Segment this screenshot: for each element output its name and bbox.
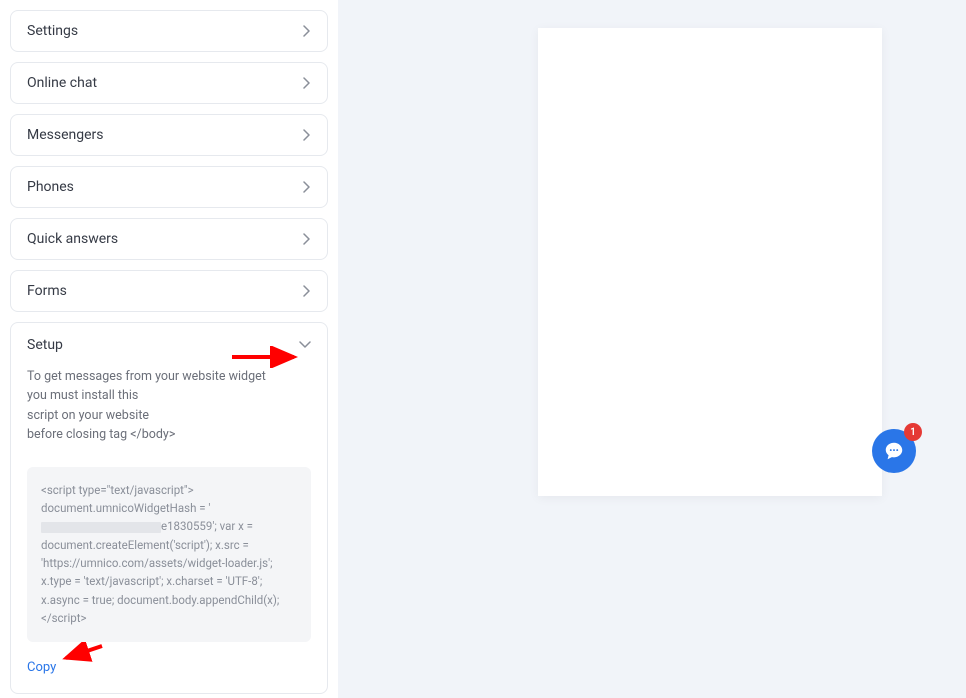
setup-desc-line: before closing tag </body> bbox=[27, 425, 311, 444]
sidebar-item-label: Settings bbox=[27, 23, 78, 39]
settings-sidebar: Settings Online chat Messengers Phones Q… bbox=[0, 0, 338, 698]
preview-area: 1 bbox=[338, 0, 966, 698]
sidebar-item-label: Phones bbox=[27, 179, 74, 195]
sidebar-item-settings[interactable]: Settings bbox=[10, 10, 328, 52]
setup-desc-line: script on your website bbox=[27, 406, 311, 425]
setup-panel: Setup To get messages from your website … bbox=[10, 322, 328, 694]
sidebar-item-online-chat[interactable]: Online chat bbox=[10, 62, 328, 104]
redacted-hash bbox=[41, 522, 161, 533]
chevron-down-icon bbox=[299, 341, 311, 349]
chevron-right-icon bbox=[303, 181, 311, 193]
setup-desc-line: you must install this bbox=[27, 386, 311, 405]
sidebar-item-label: Messengers bbox=[27, 127, 104, 143]
setup-desc-line: To get messages from your website widget bbox=[27, 367, 311, 386]
sidebar-item-label: Quick answers bbox=[27, 231, 118, 247]
chevron-right-icon bbox=[303, 77, 311, 89]
chevron-right-icon bbox=[303, 129, 311, 141]
chevron-right-icon bbox=[303, 233, 311, 245]
chevron-right-icon bbox=[303, 25, 311, 37]
code-text: ipt> bbox=[67, 611, 86, 625]
sidebar-item-quick-answers[interactable]: Quick answers bbox=[10, 218, 328, 260]
setup-title: Setup bbox=[27, 337, 63, 353]
chat-badge: 1 bbox=[904, 423, 922, 441]
install-script-code: <script type="text/javascript"> document… bbox=[27, 467, 311, 642]
widget-preview-frame bbox=[538, 28, 882, 496]
chat-icon bbox=[883, 440, 905, 462]
code-text: e1830559'; var x = document.createElemen… bbox=[41, 519, 279, 625]
setup-description: To get messages from your website widget… bbox=[27, 367, 311, 445]
chat-widget-button[interactable]: 1 bbox=[872, 429, 916, 473]
chevron-right-icon bbox=[303, 285, 311, 297]
copy-button[interactable]: Copy bbox=[27, 660, 56, 675]
code-text: <script type="text/javascript"> document… bbox=[41, 483, 210, 515]
sidebar-item-label: Forms bbox=[27, 283, 67, 299]
sidebar-item-forms[interactable]: Forms bbox=[10, 270, 328, 312]
sidebar-item-messengers[interactable]: Messengers bbox=[10, 114, 328, 156]
sidebar-item-phones[interactable]: Phones bbox=[10, 166, 328, 208]
setup-toggle[interactable]: Setup bbox=[27, 337, 311, 353]
sidebar-item-label: Online chat bbox=[27, 75, 97, 91]
